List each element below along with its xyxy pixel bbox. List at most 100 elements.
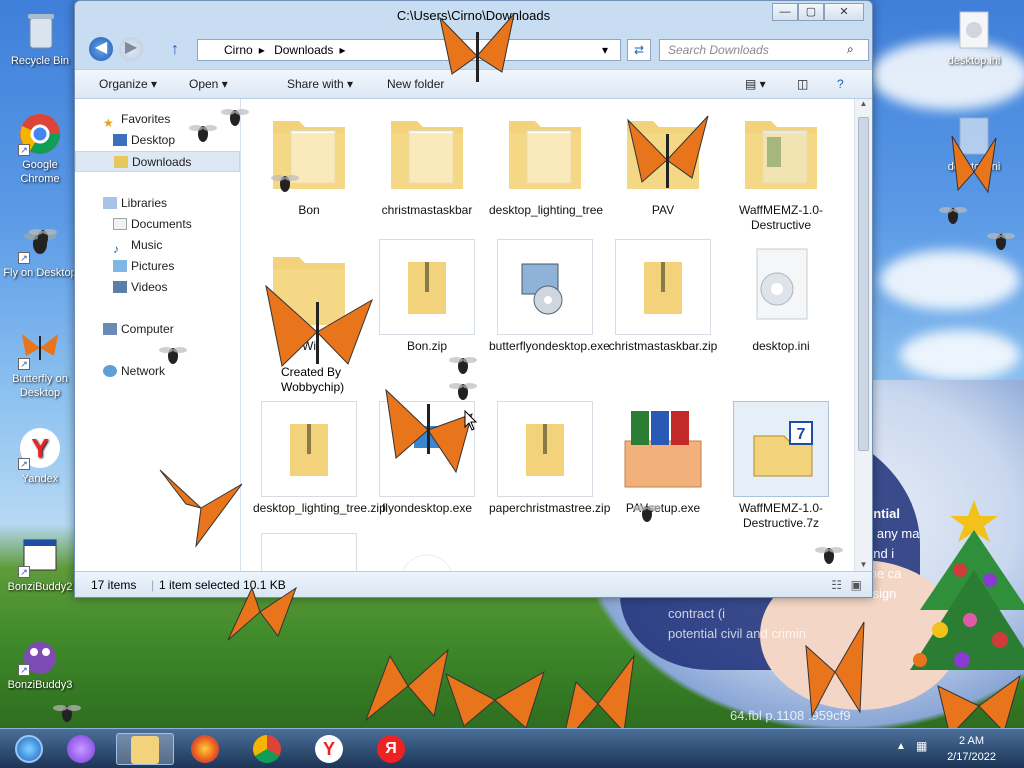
butterfly-on-desktop-icon[interactable]: ↗ Butterfly on Desktop xyxy=(2,326,78,400)
star-icon: ★ xyxy=(103,116,114,130)
taskbar-chrome[interactable] xyxy=(240,733,294,765)
back-arrow-icon[interactable]: ◀ xyxy=(89,37,113,61)
file-item[interactable]: christmastaskbar.zip xyxy=(607,239,719,354)
scrollbar-thumb[interactable] xyxy=(858,117,869,451)
yandex-browser-icon: Y xyxy=(315,735,343,763)
zip-folder-icon xyxy=(526,424,564,476)
folder-icon xyxy=(509,121,581,189)
close-button[interactable]: ✕ xyxy=(824,3,864,21)
breadcrumb-downloads[interactable]: Downloads xyxy=(274,43,333,57)
scroll-down-icon[interactable]: ▼ xyxy=(855,560,872,569)
butterfly-icon xyxy=(805,621,865,718)
setup-box-icon xyxy=(624,411,702,488)
nav-music[interactable]: ♪ Music xyxy=(75,235,240,256)
documents-icon xyxy=(113,218,127,230)
file-item[interactable]: Y xyxy=(371,533,483,571)
clock[interactable]: 2 AM 2/17/2022 xyxy=(947,733,996,765)
google-chrome-icon xyxy=(253,735,281,763)
zip-folder-icon xyxy=(290,424,328,476)
fly-icon xyxy=(29,229,57,246)
firefox-icon xyxy=(191,735,219,763)
details-view-icon[interactable]: ☷ xyxy=(831,572,842,598)
svg-text:7: 7 xyxy=(797,426,806,443)
nav-documents[interactable]: Documents xyxy=(75,214,240,235)
minimize-button[interactable]: — xyxy=(772,3,798,21)
butterfly-icon xyxy=(627,115,709,188)
maximize-button[interactable]: ▢ xyxy=(798,3,824,21)
up-arrow-icon[interactable]: ↑ xyxy=(171,41,179,59)
bonzibuddy2-icon[interactable]: ↗ BonziBuddy2 xyxy=(2,534,78,594)
butterfly-icon xyxy=(159,469,243,548)
libraries-icon xyxy=(103,197,117,209)
organize-menu[interactable]: Organize ▾ xyxy=(99,77,157,91)
fly-icon xyxy=(815,547,843,564)
help-icon[interactable]: ? xyxy=(837,77,844,91)
taskbar: Y Я ▲ ▦ 2 AM 2/17/2022 xyxy=(0,728,1024,768)
breadcrumb-cirno[interactable]: Cirno xyxy=(224,43,253,57)
start-button[interactable] xyxy=(2,733,56,765)
butterfly-icon xyxy=(265,284,373,367)
taskbar-yandex[interactable]: Я xyxy=(364,733,418,765)
installer-icon xyxy=(521,263,563,315)
butterfly-icon xyxy=(227,586,298,641)
file-item[interactable]: Bon.zip xyxy=(371,239,483,354)
music-icon: ♪ xyxy=(113,242,119,256)
file-item[interactable]: WaffMEMZ-1.0-Destructive xyxy=(725,103,837,233)
taskbar-explorer[interactable] xyxy=(116,733,174,765)
file-item[interactable]: desktop_lighting_tree.zip xyxy=(253,401,386,516)
nav-computer[interactable]: Computer xyxy=(75,319,240,340)
butterfly-icon xyxy=(445,670,545,729)
file-item[interactable]: Bon xyxy=(253,103,365,218)
file-item[interactable]: desktop_lighting_tree xyxy=(489,103,603,218)
chevron-down-icon[interactable]: ▾ xyxy=(602,40,608,60)
tray-arrow-icon[interactable]: ▲ xyxy=(896,741,906,752)
file-item[interactable]: paperchristmastree.zip xyxy=(489,401,610,516)
file-item[interactable]: christmastaskbar xyxy=(371,103,483,218)
file-item[interactable]: desktop.ini xyxy=(725,239,837,354)
taskbar-firefox[interactable] xyxy=(178,733,232,765)
yandex-icon: Я xyxy=(377,735,405,763)
large-icons-view-icon[interactable]: ▣ xyxy=(851,572,862,598)
mouse-cursor-icon xyxy=(464,410,478,431)
fly-icon xyxy=(53,705,81,722)
zip-folder-icon xyxy=(408,262,446,314)
vertical-scrollbar[interactable]: ▲ ▼ xyxy=(854,99,872,571)
network-icon xyxy=(103,365,117,377)
fly-icon xyxy=(987,233,1015,250)
file-item[interactable] xyxy=(253,533,365,571)
videos-icon xyxy=(113,281,127,293)
windows-logo-icon xyxy=(15,735,43,763)
refresh-icon[interactable]: ⇄ xyxy=(627,39,651,61)
nav-downloads[interactable]: Downloads xyxy=(75,151,240,172)
search-icon[interactable]: ⌕ xyxy=(847,42,854,57)
nav-libraries[interactable]: Libraries xyxy=(75,193,240,214)
network-tray-icon[interactable]: ▦ xyxy=(916,739,927,753)
desktop-ini-icon[interactable]: desktop.ini xyxy=(936,8,1012,68)
fly-icon xyxy=(633,505,661,522)
taskbar-yandex-browser[interactable]: Y xyxy=(302,733,356,765)
nav-pictures[interactable]: Pictures xyxy=(75,256,240,277)
search-input[interactable]: Search Downloads xyxy=(659,39,869,61)
google-chrome-icon[interactable]: ↗ Google Chrome xyxy=(2,112,78,186)
open-menu[interactable]: Open ▾ xyxy=(189,77,228,91)
fly-icon xyxy=(221,109,249,126)
downloads-folder-icon xyxy=(114,156,128,168)
nav-videos[interactable]: Videos xyxy=(75,277,240,298)
share-with-menu[interactable]: Share with ▾ xyxy=(287,77,353,91)
yandex-icon[interactable]: Y ↗ Yandex xyxy=(2,426,78,486)
recycle-bin-icon[interactable]: Recycle Bin xyxy=(2,8,78,68)
file-item-selected[interactable]: 7 WaffMEMZ-1.0-Destructive.7z xyxy=(725,401,837,531)
view-options-icon[interactable]: ▤ ▾ xyxy=(745,77,766,91)
preview-pane-icon[interactable]: ◫ xyxy=(797,77,808,91)
christmas-tree-icon xyxy=(910,500,1024,670)
yandex-icon: Y xyxy=(402,554,452,571)
status-bar: 17 items | 1 item selected 10.1 KB ☷ ▣ xyxy=(75,571,872,597)
address-bar[interactable]: Cirno ▸ Downloads ▸ ▾ xyxy=(197,39,621,61)
bonzibuddy3-icon[interactable]: ↗ BonziBuddy3 xyxy=(2,632,78,692)
fly-icon xyxy=(449,383,477,400)
forward-arrow-icon[interactable]: ▶ xyxy=(119,37,143,61)
scroll-up-icon[interactable]: ▲ xyxy=(855,99,872,108)
file-item[interactable]: butterflyondesktop.exe xyxy=(489,239,610,354)
folder-icon xyxy=(745,121,817,189)
taskbar-alice[interactable] xyxy=(54,733,108,765)
